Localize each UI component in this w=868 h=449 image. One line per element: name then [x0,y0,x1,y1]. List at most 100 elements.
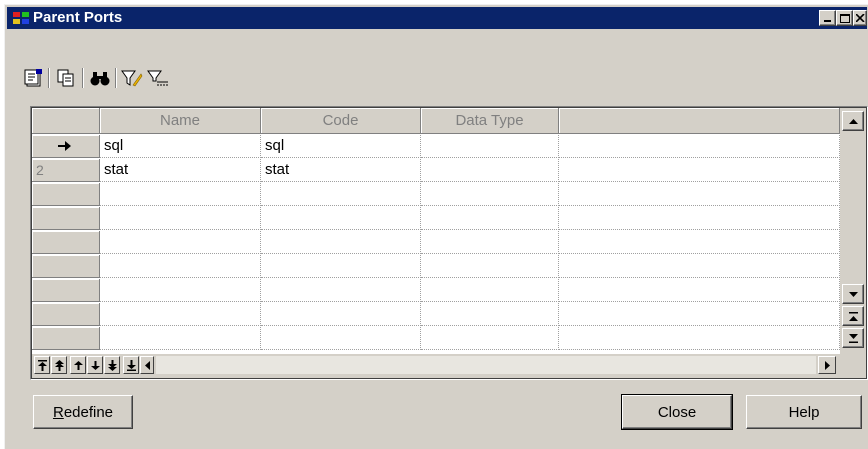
cell-empty[interactable] [559,231,840,254]
cell-empty[interactable] [559,255,840,278]
cell-empty[interactable] [559,135,840,158]
find-icon [90,72,110,86]
find-button[interactable] [89,67,111,89]
cell-data-type[interactable] [421,231,559,254]
cell-name[interactable] [100,303,261,326]
cell-code[interactable] [261,183,421,206]
window-title: Parent Ports [33,9,123,26]
column-header-data-type[interactable]: Data Type [421,108,559,134]
row-header[interactable] [32,231,100,254]
cell-data-type[interactable] [421,183,559,206]
move-to-top-button[interactable] [34,356,50,374]
move-bottom-icon [126,359,136,371]
row-header[interactable] [32,303,100,326]
cell-name[interactable] [100,327,261,350]
cell-name[interactable] [100,207,261,230]
cell-empty[interactable] [559,183,840,206]
cell-code[interactable] [261,207,421,230]
app-icon [13,12,29,24]
help-button[interactable]: Help [746,395,862,429]
cell-data-type[interactable] [421,207,559,230]
corner-header [32,108,100,134]
move-down-button[interactable] [87,356,103,374]
cell-name[interactable] [100,231,261,254]
title-bar[interactable]: Parent Ports [7,7,867,29]
grid-navigation-bar [32,354,866,378]
cell-empty[interactable] [559,303,840,326]
cell-name[interactable]: stat [100,159,261,182]
redefine-button[interactable]: Redefine [33,395,133,429]
row-header[interactable] [32,327,100,350]
properties-button[interactable] [23,67,45,89]
horizontal-scroll-track[interactable] [156,356,816,374]
current-row-arrow-icon [58,141,71,151]
ports-grid: Name Code Data Type sql sql 2 stat stat [30,106,868,380]
cell-data-type[interactable] [421,303,559,326]
row-header[interactable] [32,207,100,230]
cell-name[interactable]: sql [100,135,261,158]
cell-data-type[interactable] [421,327,559,350]
scroll-page-down-button[interactable] [842,328,864,348]
row-header-current[interactable] [32,135,100,158]
cell-empty[interactable] [559,327,840,350]
filter-settings-icon [147,70,168,86]
cell-empty[interactable] [559,279,840,302]
scroll-down-button[interactable] [842,284,864,304]
move-page-down-icon [107,359,117,371]
close-button[interactable]: Close [621,394,733,430]
move-page-up-icon [54,359,64,371]
arrow-up-icon [848,118,858,124]
cell-code[interactable]: sql [261,135,421,158]
properties-icon [24,69,42,87]
move-down-icon [90,360,100,370]
minimize-icon [823,20,831,22]
scroll-left-button[interactable] [140,356,154,374]
arrow-down-icon [848,291,858,297]
vertical-scrollbar[interactable] [840,108,866,354]
close-window-button[interactable] [853,10,867,26]
maximize-button[interactable] [836,10,853,26]
row-header[interactable] [32,279,100,302]
cell-code[interactable] [261,255,421,278]
filter-settings-button[interactable] [147,67,169,89]
move-page-up-button[interactable] [51,356,67,374]
redefine-mnemonic: R [52,403,64,421]
copy-button[interactable] [55,67,77,89]
cell-code[interactable] [261,231,421,254]
arrow-right-icon [824,360,830,370]
cell-code[interactable] [261,279,421,302]
row-header[interactable]: 2 [32,159,100,182]
cell-data-type[interactable] [421,135,559,158]
copy-icon [57,69,74,87]
cell-empty[interactable] [559,159,840,182]
cell-code[interactable]: stat [261,159,421,182]
scroll-up-button[interactable] [842,111,864,131]
close-icon [855,14,865,22]
cell-empty[interactable] [559,207,840,230]
redefine-label: edefine [63,403,114,421]
row-header[interactable] [32,255,100,278]
cell-data-type[interactable] [421,279,559,302]
filter-icon [121,70,143,87]
cell-code[interactable] [261,303,421,326]
column-header-empty[interactable] [559,108,840,134]
cell-name[interactable] [100,255,261,278]
cell-name[interactable] [100,279,261,302]
move-up-button[interactable] [70,356,86,374]
move-to-bottom-button[interactable] [123,356,139,374]
cell-data-type[interactable] [421,255,559,278]
cell-name[interactable] [100,183,261,206]
cell-data-type[interactable] [421,159,559,182]
minimize-button[interactable] [819,10,836,26]
scroll-page-up-button[interactable] [842,306,864,326]
filter-button[interactable] [121,67,143,89]
arrow-left-icon [144,360,150,370]
scroll-right-button[interactable] [818,356,836,374]
row-header[interactable] [32,183,100,206]
toolbar-separator [115,68,117,88]
column-header-code[interactable]: Code [261,108,421,134]
page-up-icon [848,311,858,321]
column-header-name[interactable]: Name [100,108,261,134]
move-page-down-button[interactable] [104,356,120,374]
cell-code[interactable] [261,327,421,350]
